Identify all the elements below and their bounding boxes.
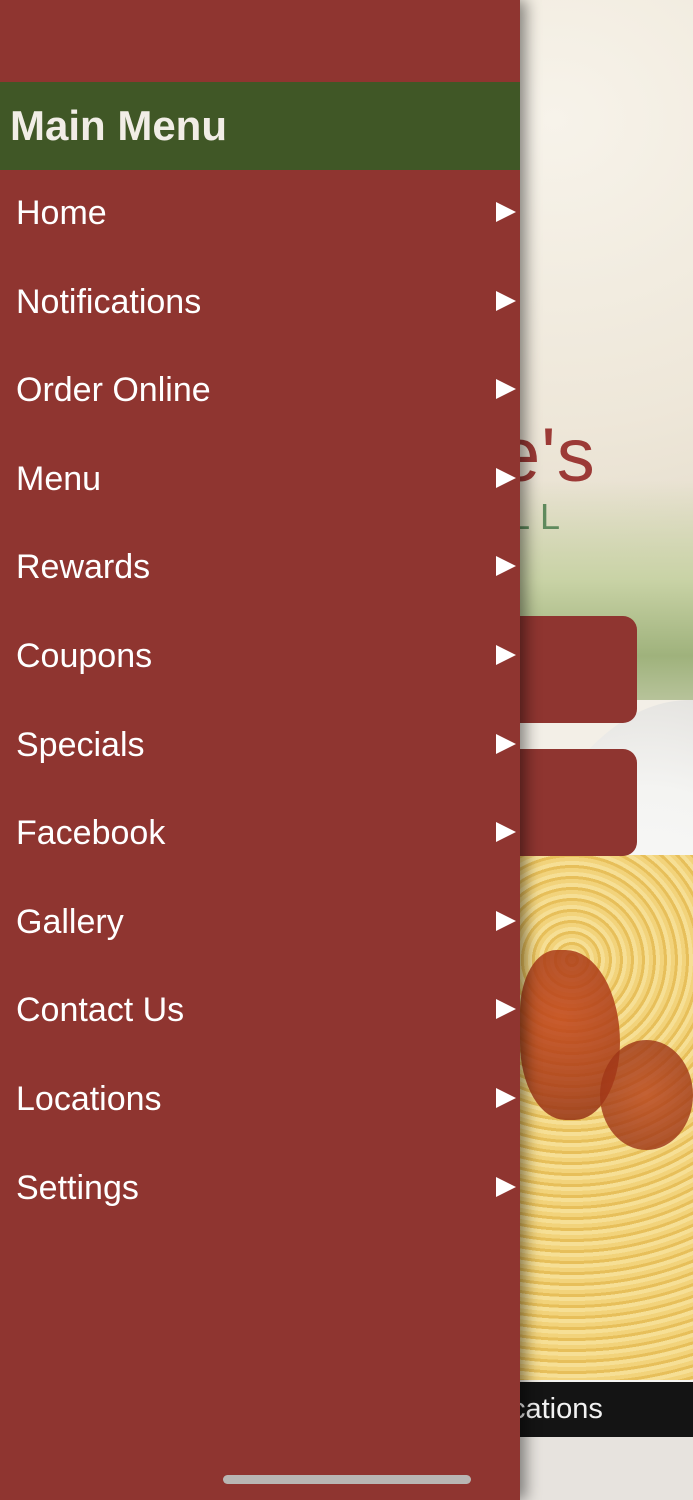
menu-item-contact-us[interactable]: Contact Us: [0, 967, 520, 1056]
menu-item-label: Specials: [16, 725, 145, 764]
menu-item-label: Order Online: [16, 371, 211, 410]
menu-item-label: Home: [16, 194, 107, 232]
menu-item-gallery[interactable]: Gallery: [0, 879, 520, 968]
chevron-right-icon: [496, 379, 516, 400]
menu-item-label: Menu: [16, 459, 102, 498]
chevron-right-icon: [496, 1176, 516, 1197]
chevron-right-icon: [496, 467, 516, 488]
chevron-right-icon: [496, 910, 516, 931]
menu-item-coupons[interactable]: Coupons: [0, 613, 520, 702]
chevron-right-icon: [496, 733, 516, 754]
menu-item-label: Locations: [16, 1079, 162, 1118]
drawer-menu: Home Notifications Order Online Menu Rew…: [0, 170, 520, 1233]
menu-item-label: Rewards: [16, 548, 151, 587]
chevron-right-icon: [496, 290, 516, 311]
home-indicator[interactable]: [223, 1475, 471, 1484]
chevron-right-icon: [496, 202, 516, 222]
menu-item-locations[interactable]: Locations: [0, 1056, 520, 1145]
menu-item-menu[interactable]: Menu: [0, 436, 520, 525]
menu-item-specials[interactable]: Specials: [0, 702, 520, 791]
chevron-right-icon: [496, 999, 516, 1020]
menu-item-notifications[interactable]: Notifications: [0, 259, 520, 348]
menu-item-rewards[interactable]: Rewards: [0, 524, 520, 613]
menu-item-facebook[interactable]: Facebook: [0, 790, 520, 879]
menu-item-home[interactable]: Home: [0, 170, 520, 259]
menu-item-label: Gallery: [16, 902, 124, 941]
menu-item-settings[interactable]: Settings: [0, 1145, 520, 1234]
side-drawer: Main Menu Home Notifications Order Onlin…: [0, 0, 520, 1500]
chevron-right-icon: [496, 644, 516, 665]
menu-item-label: Notifications: [16, 282, 202, 321]
chevron-right-icon: [496, 822, 516, 843]
drawer-title: Main Menu: [10, 102, 227, 149]
menu-item-label: Facebook: [16, 814, 166, 853]
chevron-right-icon: [496, 1087, 516, 1108]
menu-item-order-online[interactable]: Order Online: [0, 347, 520, 436]
food-photo-sauce: [600, 1040, 693, 1150]
chevron-right-icon: [496, 556, 516, 577]
menu-item-label: Coupons: [16, 636, 153, 675]
menu-item-label: Contact Us: [16, 991, 185, 1030]
drawer-header: Main Menu: [0, 82, 520, 170]
menu-item-label: Settings: [16, 1168, 139, 1207]
